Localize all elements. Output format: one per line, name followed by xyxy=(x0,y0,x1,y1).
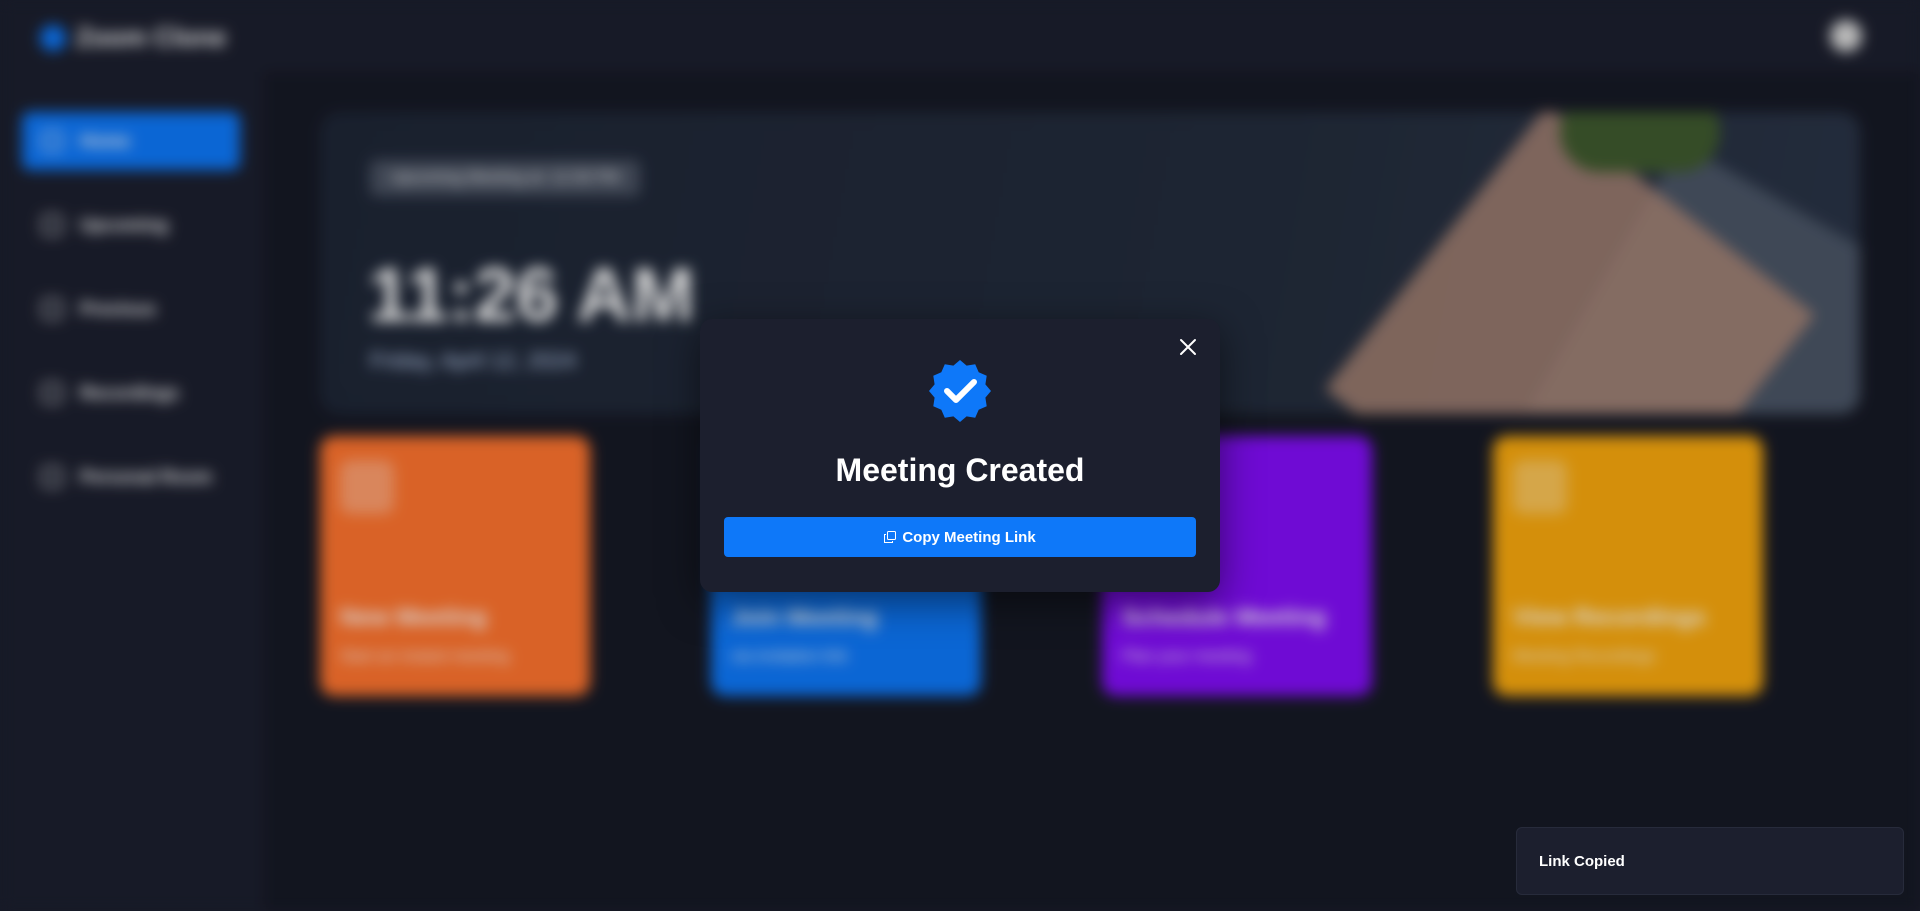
meeting-created-dialog: Meeting Created Copy Meeting Link xyxy=(700,319,1220,592)
check-badge-icon xyxy=(929,360,991,422)
toast-message: Link Copied xyxy=(1539,852,1625,870)
copy-meeting-link-button[interactable]: Copy Meeting Link xyxy=(724,517,1196,557)
close-icon xyxy=(1180,339,1196,355)
toast-notification: Link Copied xyxy=(1516,827,1904,895)
dialog-title: Meeting Created xyxy=(835,452,1085,488)
copy-icon xyxy=(884,531,897,543)
close-button[interactable] xyxy=(1176,335,1200,359)
button-label: Copy Meeting Link xyxy=(902,528,1036,546)
